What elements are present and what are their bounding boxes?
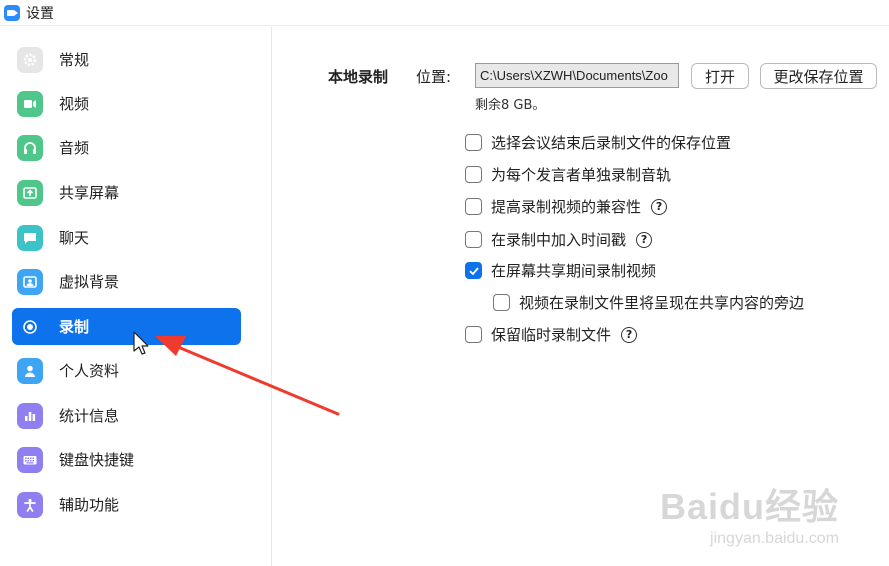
sidebar-item-label: 常规 [59,51,90,69]
option-label: 提高录制视频的兼容性 [491,198,642,216]
keyboard-icon [17,446,43,473]
free-space-text: 剩余8 GB。 [475,98,546,113]
statistics-icon [17,402,43,429]
help-icon[interactable]: ? [651,198,668,215]
option-label: 视频在录制文件里将呈现在共享内容的旁边 [519,294,805,312]
option-keep-temp-files[interactable]: 保留临时录制文件 ? [465,324,638,345]
sidebar-item-share-screen[interactable]: 共享屏幕 [12,174,241,211]
watermark: Baidu经验 jingyan.baidu.com [660,478,839,548]
window-title: 设置 [26,5,54,22]
profile-icon [17,357,43,384]
sidebar-item-chat[interactable]: 聊天 [12,219,241,256]
sidebar-item-label: 共享屏幕 [59,184,120,202]
option-label: 选择会议结束后录制文件的保存位置 [491,134,732,152]
checkbox[interactable] [465,166,482,183]
sidebar-item-label: 视频 [59,95,90,113]
sidebar-item-profile[interactable]: 个人资料 [12,352,241,389]
watermark-main: Baidu经验 [659,486,839,527]
headphones-icon [17,134,43,161]
option-record-during-share[interactable]: 在屏幕共享期间录制视频 [465,260,656,281]
option-timestamp[interactable]: 在录制中加入时间戳 ? [465,229,653,250]
watermark-sub: jingyan.baidu.com [710,530,839,547]
sidebar-item-statistics[interactable]: 统计信息 [12,397,241,434]
chat-icon [17,224,43,251]
sidebar-item-label: 虚拟背景 [59,273,120,291]
sidebar-item-general[interactable]: 常规 [12,41,241,78]
sidebar-item-audio[interactable]: 音频 [12,129,241,166]
sidebar-item-label: 音频 [59,139,90,157]
checkbox[interactable] [465,198,482,215]
option-label: 在录制中加入时间戳 [491,231,627,249]
sidebar-item-virtual-background[interactable]: 虚拟背景 [12,263,241,300]
sidebar-item-label: 录制 [59,318,90,336]
sidebar-item-label: 聊天 [59,229,90,247]
recording-path-field[interactable]: C:\Users\XZWH\Documents\Zoo [475,63,679,88]
sidebar-item-label: 个人资料 [59,362,120,380]
option-choose-save-location[interactable]: 选择会议结束后录制文件的保存位置 [465,132,731,153]
sidebar-item-label: 统计信息 [59,407,120,425]
help-icon[interactable]: ? [636,231,653,248]
change-location-button[interactable]: 更改保存位置 [760,63,877,89]
sidebar-item-accessibility[interactable]: 辅助功能 [12,486,241,523]
checkbox[interactable] [493,294,510,311]
option-label: 在屏幕共享期间录制视频 [491,262,657,280]
title-bar: 设置 [0,0,889,26]
option-label: 保留临时录制文件 [491,326,612,344]
checkbox[interactable] [465,134,482,151]
sidebar-item-label: 辅助功能 [59,496,120,514]
option-video-beside-shared[interactable]: 视频在录制文件里将呈现在共享内容的旁边 [493,292,804,313]
sidebar-item-video[interactable]: 视频 [12,85,241,122]
checkbox[interactable] [465,326,482,343]
virtual-background-icon [17,268,43,295]
checkmark-icon [468,266,479,275]
sidebar-item-recording[interactable]: 录制 [12,308,241,345]
sidebar-item-label: 键盘快捷键 [59,451,135,469]
location-label: 位置: [416,68,452,86]
checkbox-checked[interactable] [465,262,482,279]
help-icon[interactable]: ? [621,326,638,343]
zoom-app-icon [4,4,20,21]
checkbox[interactable] [465,231,482,248]
open-folder-button[interactable]: 打开 [691,63,749,89]
section-title: 本地录制 [328,68,389,86]
video-icon [17,90,43,117]
option-separate-audio[interactable]: 为每个发言者单独录制音轨 [465,164,671,185]
sidebar-item-keyboard-shortcuts[interactable]: 键盘快捷键 [12,441,241,478]
option-label: 为每个发言者单独录制音轨 [491,166,672,184]
gear-icon [17,46,43,73]
settings-sidebar: 常规 视频 音频 共享屏幕 聊天 虚拟背景 录制 个人资料 统计信息 键盘快捷键… [0,27,272,566]
accessibility-icon [17,491,43,518]
record-icon [17,314,43,340]
share-screen-icon [17,179,43,206]
option-video-compatibility[interactable]: 提高录制视频的兼容性 ? [465,196,668,217]
